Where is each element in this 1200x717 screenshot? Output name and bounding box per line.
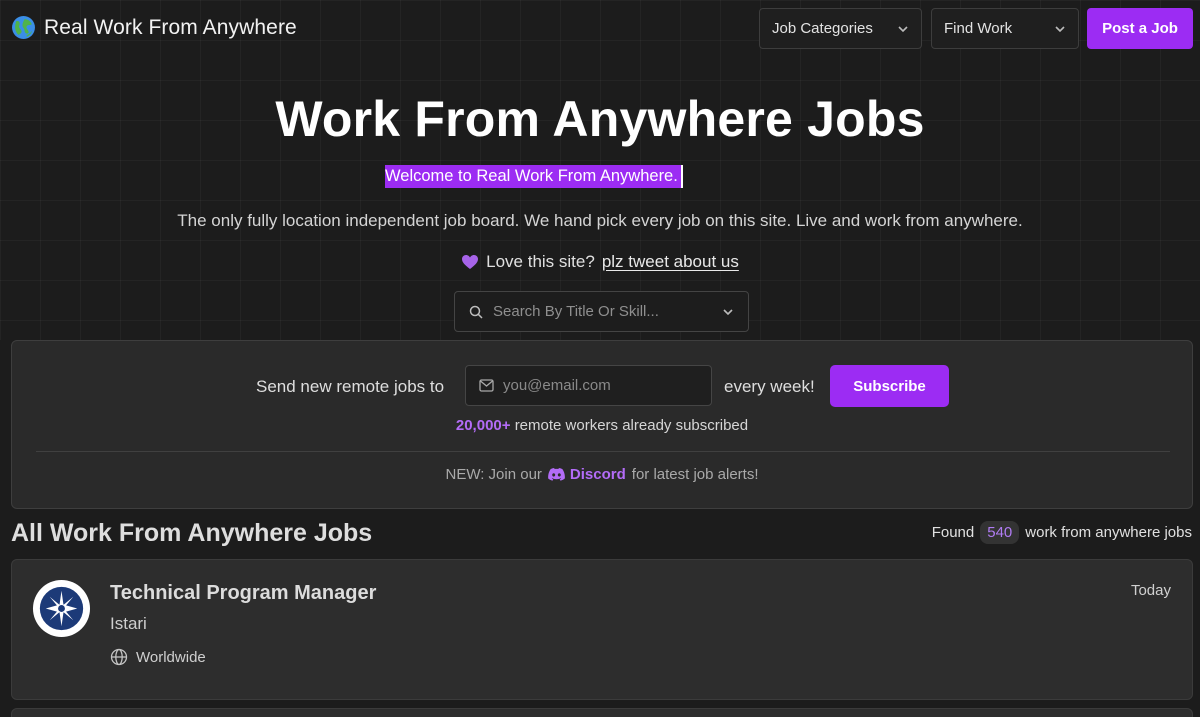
brand-name: Real Work From Anywhere [44, 15, 297, 39]
job-company: Istari [110, 614, 147, 633]
subscriber-count-line: 20,000+ remote workers already subscribe… [12, 417, 1192, 434]
job-location: Worldwide [110, 648, 206, 666]
discord-prefix: NEW: Join our [445, 466, 542, 483]
globe-outline-icon [110, 648, 128, 666]
discord-link-label: Discord [569, 466, 626, 483]
job-categories-dropdown[interactable]: Job Categories [759, 8, 922, 49]
subscriber-count: 20,000+ [455, 417, 511, 434]
search-placeholder: Search By Title Or Skill... [493, 303, 659, 320]
page-title: Work From Anywhere Jobs [275, 91, 925, 147]
find-work-label: Find Work [944, 20, 1013, 37]
welcome-highlight: Welcome to Real Work From Anywhere. [385, 165, 683, 188]
job-card[interactable]: Technical Program Manager Istari Worldwi… [11, 559, 1193, 700]
search-select[interactable]: Search By Title Or Skill... [454, 291, 749, 332]
found-count-line: Found 540 work from anywhere jobs [932, 521, 1192, 544]
email-placeholder: you@email.com [503, 377, 611, 394]
jobs-heading: All Work From Anywhere Jobs [11, 519, 373, 547]
subscriber-count-text: remote workers already subscribed [514, 417, 749, 434]
heart-icon [462, 255, 479, 269]
tweet-link[interactable]: plz tweet about us [602, 252, 739, 272]
job-categories-label: Job Categories [772, 20, 873, 37]
brand-link[interactable]: Real Work From Anywhere [11, 15, 297, 40]
found-prefix: Found [931, 524, 975, 541]
site-header: Real Work From Anywhere Job Categories F… [0, 0, 1200, 58]
job-location-label: Worldwide [136, 648, 206, 666]
subscribe-lead-text: Send new remote jobs to [256, 377, 445, 396]
subscribe-card: Send new remote jobs to you@email.com ev… [11, 340, 1193, 509]
discord-line: NEW: Join our Discord for latest job ale… [12, 466, 1192, 483]
chevron-down-icon [898, 26, 908, 33]
subscribe-button[interactable]: Subscribe [830, 365, 949, 407]
email-input[interactable]: you@email.com [465, 365, 712, 406]
discord-link[interactable]: Discord [548, 466, 626, 483]
search-icon [469, 305, 483, 319]
find-work-dropdown[interactable]: Find Work [931, 8, 1079, 49]
job-card[interactable] [11, 708, 1193, 717]
globe-icon [12, 16, 35, 39]
post-job-button[interactable]: Post a Job [1087, 8, 1193, 49]
job-date: Today [1130, 582, 1171, 599]
tagline: The only fully location independent job … [177, 211, 1023, 230]
divider [36, 451, 1170, 452]
mail-icon [479, 379, 494, 392]
job-title[interactable]: Technical Program Manager [110, 582, 376, 605]
love-text: Love this site? [486, 252, 595, 271]
discord-suffix: for latest job alerts! [631, 466, 759, 483]
company-logo [32, 579, 91, 638]
chevron-down-icon [1055, 26, 1065, 33]
found-count-badge: 540 [980, 521, 1020, 544]
chevron-down-icon [723, 309, 733, 316]
found-suffix: work from anywhere jobs [1025, 524, 1192, 541]
discord-icon [548, 468, 565, 481]
love-site-line: Love this site? plz tweet about us [0, 252, 1200, 272]
subscribe-trail-text: every week! [724, 377, 815, 396]
